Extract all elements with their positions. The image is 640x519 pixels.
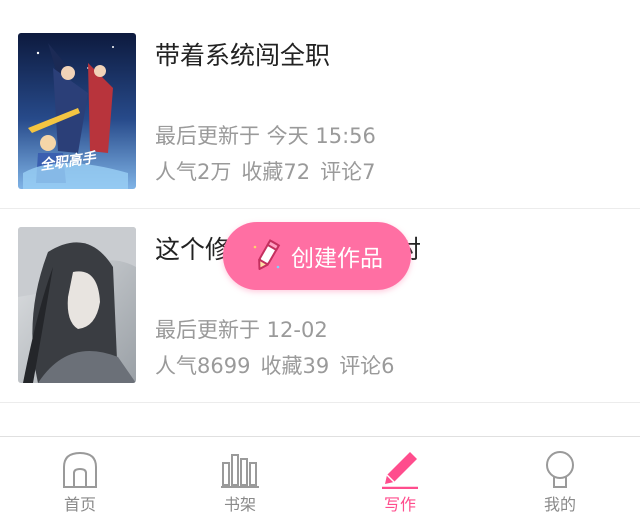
write-pencil-icon [382, 452, 418, 489]
tab-bookshelf[interactable]: 书架 [160, 437, 320, 519]
tab-bookshelf-label: 书架 [223, 495, 256, 514]
portrait-cover-image [18, 227, 136, 383]
create-work-button[interactable]: 创建作品 [223, 222, 411, 290]
tab-write[interactable]: 写作 [320, 437, 480, 519]
home-icon [63, 451, 97, 488]
tab-mine-label: 我的 [543, 495, 576, 514]
work-title[interactable]: 带着系统闯全职 [155, 36, 330, 72]
anime-cover-image: 全职高手 [18, 33, 136, 189]
bottom-tab-bar: 首页 书架 写作 我的 [0, 436, 640, 519]
bookshelf-icon [221, 454, 259, 488]
popularity-count: 人气8699 [155, 354, 251, 378]
tab-home-label: 首页 [63, 495, 96, 514]
pencil-icon [253, 239, 281, 270]
favorites-count: 收藏72 [241, 160, 311, 184]
tab-mine[interactable]: 我的 [480, 437, 640, 519]
last-updated: 最后更新于 今天 15:56 [155, 124, 376, 148]
work-stats: 人气8699 收藏39 评论6 [155, 350, 395, 380]
tab-write-label: 写作 [383, 495, 416, 514]
tab-home[interactable]: 首页 [0, 437, 160, 519]
work-item[interactable]: 全职高手 带着系统闯全职 最后更新于 今天 15:56 人气2万 收藏72 评论7 [0, 0, 640, 209]
popularity-count: 人气2万 [155, 160, 232, 184]
work-title-start: 这个修 [155, 235, 231, 264]
comments-count: 评论6 [339, 354, 395, 378]
work-stats: 人气2万 收藏72 评论7 [155, 156, 375, 186]
last-updated: 最后更新于 12-02 [155, 318, 328, 342]
comments-count: 评论7 [320, 160, 376, 184]
create-work-label: 创建作品 [291, 246, 383, 272]
profile-icon [546, 451, 574, 488]
favorites-count: 收藏39 [260, 354, 330, 378]
